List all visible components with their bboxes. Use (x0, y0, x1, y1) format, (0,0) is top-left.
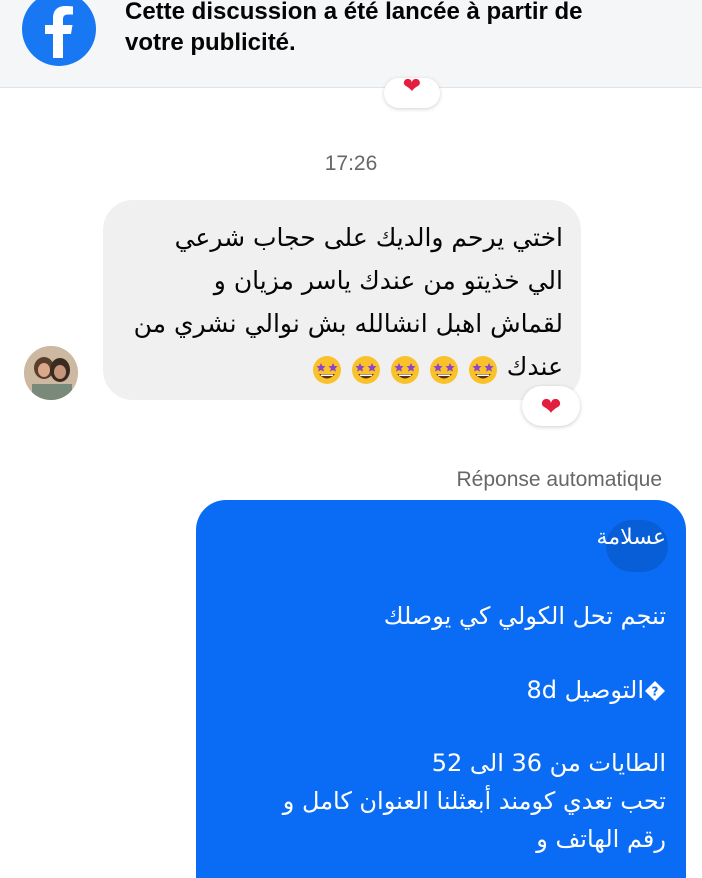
avatar[interactable] (24, 346, 78, 400)
heart-icon: ❤ (402, 74, 422, 99)
diamond-question-icon: ? (645, 681, 665, 701)
ad-origin-banner: Cette discussion a été lancée à partir d… (0, 0, 702, 88)
outgoing-line-5: تحب تعدي كومند أبعثلنا العنوان كامل و (282, 787, 666, 815)
incoming-message-bubble[interactable]: اختي يرحم والديك على حجاب شرعي الي خذيتو… (103, 200, 581, 400)
svg-text:?: ? (652, 685, 659, 699)
star-struck-emoji (429, 355, 458, 384)
star-struck-emoji (390, 355, 419, 384)
star-struck-emoji (351, 355, 380, 384)
incoming-line-1: اختي يرحم والديك على حجاب شرعي (174, 223, 563, 252)
heart-reaction[interactable]: ❤ (522, 386, 580, 426)
banner-text-line-1: Cette discussion a été lancée à partir d… (125, 0, 583, 25)
incoming-line-2: الي خذيتو من عندك ياسر مزيان و (213, 266, 563, 295)
incoming-line-4-text: عندك (506, 352, 563, 381)
star-struck-emoji (313, 355, 342, 384)
banner-message: Cette discussion a été lancée à partir d… (125, 0, 685, 58)
banner-text-line-2: votre publicité. (125, 29, 296, 56)
outgoing-line-3: ? التوصيل 8d (220, 670, 666, 710)
outgoing-message-text: عسلامة تنجم تحل الكولي كي يوصلك ? التوصيل… (220, 518, 666, 858)
outgoing-message-bubble[interactable]: عسلامة تنجم تحل الكولي كي يوصلك ? التوصيل… (196, 500, 686, 878)
auto-reply-label: Réponse automatique (456, 468, 662, 491)
heart-icon: ❤ (540, 392, 562, 421)
outgoing-line-3-text: التوصيل 8d (526, 676, 644, 704)
outgoing-line-4: الطايات من 36 الى 52 (431, 749, 666, 777)
outgoing-line-2: تنجم تحل الكولي كي يوصلك (383, 602, 666, 630)
message-timestamp: 17:26 (324, 152, 378, 175)
outgoing-line-6: رقم الهاتف و (536, 825, 666, 853)
incoming-message-text: اختي يرحم والديك على حجاب شرعي الي خذيتو… (125, 216, 563, 390)
facebook-icon (22, 0, 96, 66)
outgoing-line-1: عسلامة (596, 525, 666, 550)
star-struck-emoji-row (312, 347, 499, 390)
incoming-line-4: عندك (125, 345, 563, 390)
incoming-line-3: لقماش اهبل انشالله بش نوالي نشري من (133, 309, 563, 338)
star-struck-emoji (468, 355, 497, 384)
heart-reaction-badge[interactable]: ❤ (384, 74, 440, 108)
